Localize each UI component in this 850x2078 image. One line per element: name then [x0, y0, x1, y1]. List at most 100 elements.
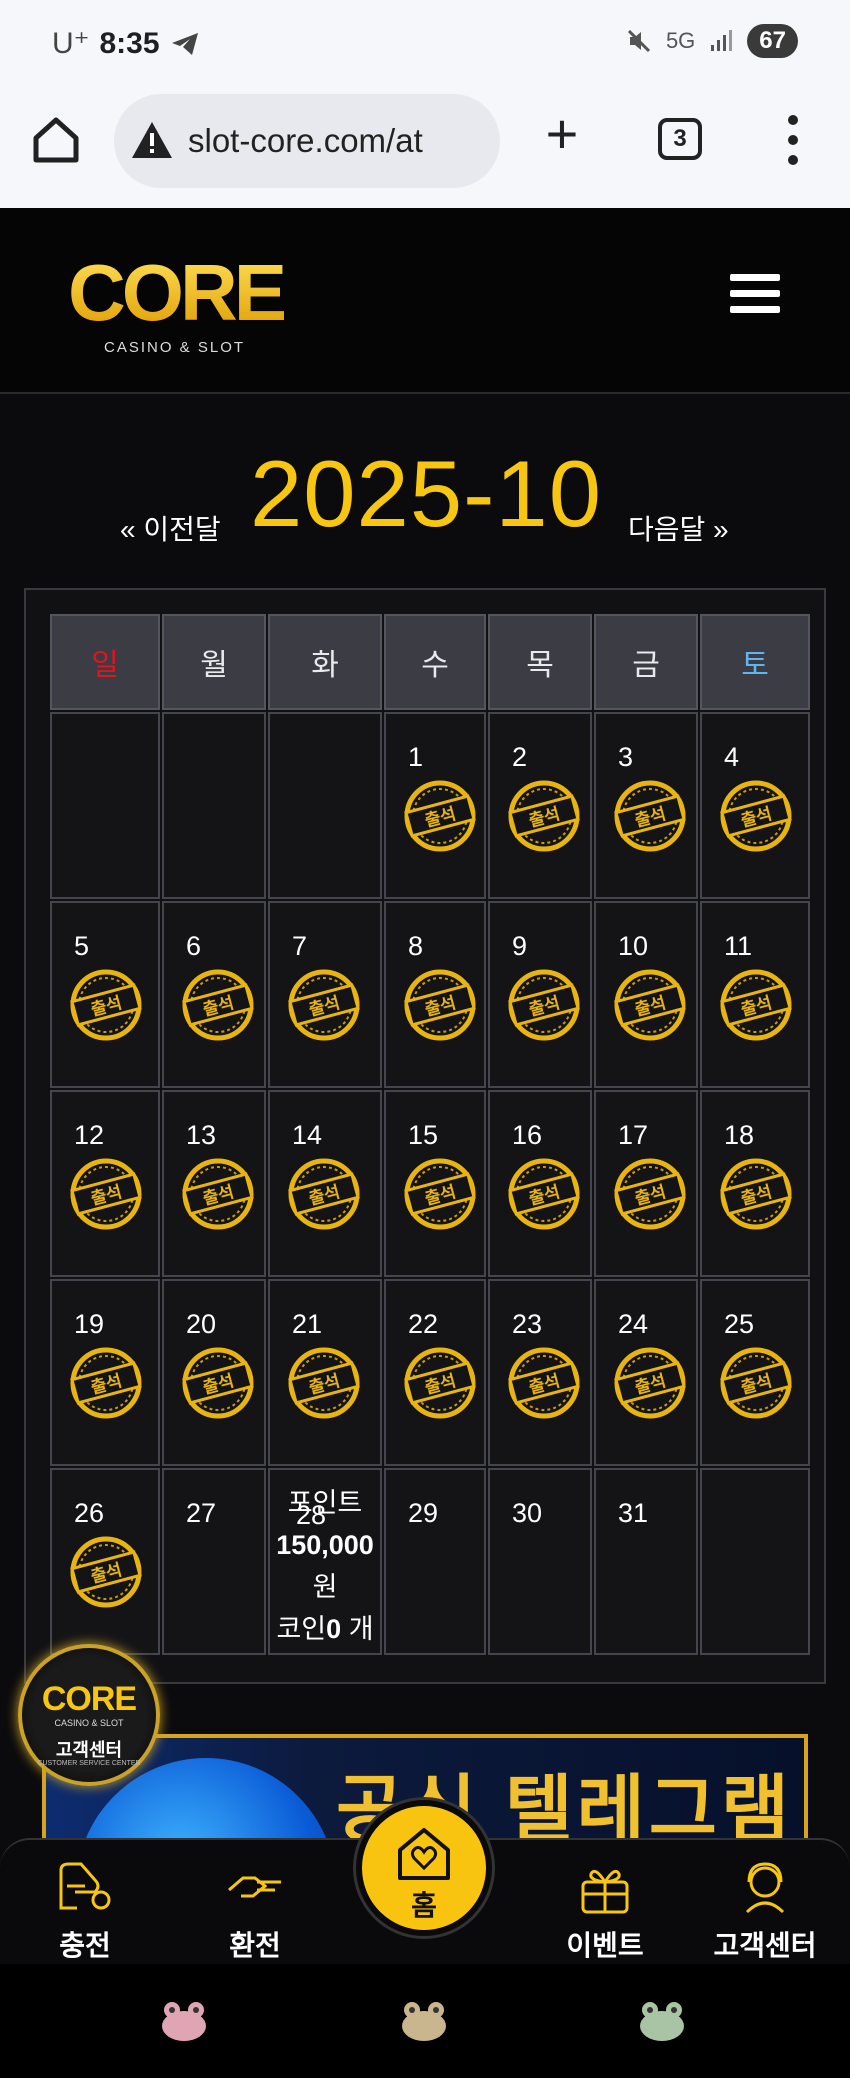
hamburger-menu-icon[interactable] [730, 274, 780, 318]
nav-deposit[interactable]: 충전 [20, 1860, 150, 1964]
day-cell[interactable]: 8 출석 [384, 901, 486, 1088]
badge-logo: CORE [41, 1680, 137, 1718]
nav-deposit-label: 충전 [59, 1930, 111, 1961]
day-cell[interactable]: 24 출석 [594, 1279, 698, 1466]
day-cell[interactable]: 13 출석 [162, 1090, 266, 1277]
day-cell-empty [50, 712, 160, 899]
day-cell[interactable]: 1 출석 [384, 712, 486, 899]
day-cell[interactable]: 25 출석 [700, 1279, 810, 1466]
coin-value: 0 [326, 1614, 342, 1644]
points-label: 포인트 [287, 1488, 363, 1518]
back-frog-icon[interactable] [160, 2000, 208, 2042]
day-cell[interactable]: 20 출석 [162, 1279, 266, 1466]
nav-home-label: 홈 [411, 1890, 437, 1921]
day-cell[interactable]: 23 출석 [488, 1279, 592, 1466]
recents-frog-icon[interactable] [638, 2000, 686, 2042]
day-number: 19 [74, 1309, 105, 1339]
day-cell[interactable]: 15 출석 [384, 1090, 486, 1277]
attendance-stamp-icon: 출석 [610, 1343, 690, 1423]
attendance-stamp-icon: 출석 [178, 1343, 258, 1423]
more-options-icon[interactable] [778, 112, 808, 168]
attendance-calendar: 일 월 화 수 목 금 토 1 출석 2 출석 3 출석 4 출석 5 출석 6 출석 7 출… [24, 588, 826, 1684]
weekday-tue: 화 [268, 614, 382, 710]
tab-switcher-button[interactable]: 3 [658, 118, 702, 160]
withdraw-icon [228, 1876, 281, 1898]
day-number: 17 [618, 1120, 649, 1150]
day-number: 15 [408, 1120, 439, 1150]
day-cell[interactable]: 22 출석 [384, 1279, 486, 1466]
day-number: 9 [512, 931, 528, 961]
day-number: 14 [292, 1120, 323, 1150]
day-number: 27 [186, 1498, 217, 1528]
weekday-fri: 금 [594, 614, 698, 710]
day-cell[interactable]: 10 출석 [594, 901, 698, 1088]
weekday-mon: 월 [162, 614, 266, 710]
nav-support[interactable]: 고객센터 [700, 1860, 830, 1964]
day-number: 13 [186, 1120, 217, 1150]
day-cell[interactable]: 19 출석 [50, 1279, 160, 1466]
day-cell[interactable]: 12 출석 [50, 1090, 160, 1277]
day-cell[interactable]: 7 출석 [268, 901, 382, 1088]
day-number: 16 [512, 1120, 543, 1150]
attendance-stamp-icon: 출석 [716, 776, 796, 856]
day-cell[interactable]: 18 출석 [700, 1090, 810, 1277]
day-number: 23 [512, 1309, 543, 1339]
day-number: 1 [408, 742, 424, 772]
home-frog-icon[interactable] [400, 2000, 448, 2042]
attendance-stamp-icon: 출석 [610, 1154, 690, 1234]
calendar-days: 1 출석 2 출석 3 출석 4 출석 5 출석 6 출석 7 출석 8 출석 9 출석 10 출석… [50, 712, 810, 1655]
system-navigation-bar [0, 1964, 850, 2078]
day-cell[interactable]: 9 출석 [488, 901, 592, 1088]
core-logo[interactable]: CORE CASINO & SLOT [68, 248, 298, 358]
day-number: 25 [724, 1309, 755, 1339]
attendance-stamp-icon: 출석 [400, 965, 480, 1045]
attendance-stamp-icon: 출석 [178, 1154, 258, 1234]
day-number: 6 [186, 931, 202, 961]
attendance-stamp-icon: 출석 [400, 776, 480, 856]
status-left: U⁺ 8:35 [52, 26, 200, 61]
day-cell[interactable]: 31 [594, 1468, 698, 1655]
home-icon[interactable] [30, 114, 82, 166]
day-cell[interactable]: 16 출석 [488, 1090, 592, 1277]
new-tab-button[interactable]: + [536, 106, 588, 162]
day-cell[interactable]: 27 [162, 1468, 266, 1655]
nav-home-button[interactable]: 홈 [356, 1800, 492, 1936]
carrier-label: U⁺ [52, 27, 90, 60]
day-cell[interactable]: 14 출석 [268, 1090, 382, 1277]
customer-service-badge[interactable]: CORE CASINO & SLOT 고객센터 CUSTOMER SERVICE… [18, 1644, 160, 1786]
day-cell[interactable]: 4 출석 [700, 712, 810, 899]
warning-icon[interactable] [130, 120, 174, 160]
points-unit: 원 [312, 1572, 338, 1602]
attendance-stamp-icon: 출석 [400, 1154, 480, 1234]
day-cell[interactable]: 29 [384, 1468, 486, 1655]
day-cell[interactable]: 21 출석 [268, 1279, 382, 1466]
year-month-title: 2025-10 [250, 441, 602, 546]
next-month-link[interactable]: 다음달 » [628, 508, 729, 548]
address-bar[interactable]: slot-core.com/at [114, 94, 500, 188]
attendance-stamp-icon: 출석 [66, 1154, 146, 1234]
attendance-stamp-icon: 출석 [178, 965, 258, 1045]
status-bar: U⁺ 8:35 5G 67 [0, 0, 850, 92]
attendance-stamp-icon: 출석 [66, 1343, 146, 1423]
day-number: 8 [408, 931, 424, 961]
day-cell[interactable]: 17 출석 [594, 1090, 698, 1277]
attendance-stamp-icon: 출석 [716, 1154, 796, 1234]
calendar-grid: 일 월 화 수 목 금 토 1 출석 2 출석 3 출석 4 출석 5 출석 6 출석 7 출… [50, 614, 810, 1655]
day-number: 18 [724, 1120, 755, 1150]
day-cell-today[interactable]: 28 포인트 150,000 원 코인0 개 [268, 1468, 382, 1655]
day-cell[interactable]: 30 [488, 1468, 592, 1655]
day-cell[interactable]: 26 출석 [50, 1468, 160, 1655]
day-cell[interactable]: 11 출석 [700, 901, 810, 1088]
prev-month-link[interactable]: « 이전달 [120, 508, 221, 548]
day-number: 11 [724, 931, 753, 961]
day-cell[interactable]: 6 출석 [162, 901, 266, 1088]
weekday-wed: 수 [384, 614, 486, 710]
day-number: 24 [618, 1309, 649, 1339]
nav-withdraw[interactable]: 환전 [190, 1860, 320, 1964]
day-cell[interactable]: 5 출석 [50, 901, 160, 1088]
day-number: 31 [618, 1498, 649, 1528]
attendance-stamp-icon: 출석 [504, 1154, 584, 1234]
day-cell[interactable]: 2 출석 [488, 712, 592, 899]
nav-event[interactable]: 이벤트 [540, 1860, 670, 1964]
day-cell[interactable]: 3 출석 [594, 712, 698, 899]
